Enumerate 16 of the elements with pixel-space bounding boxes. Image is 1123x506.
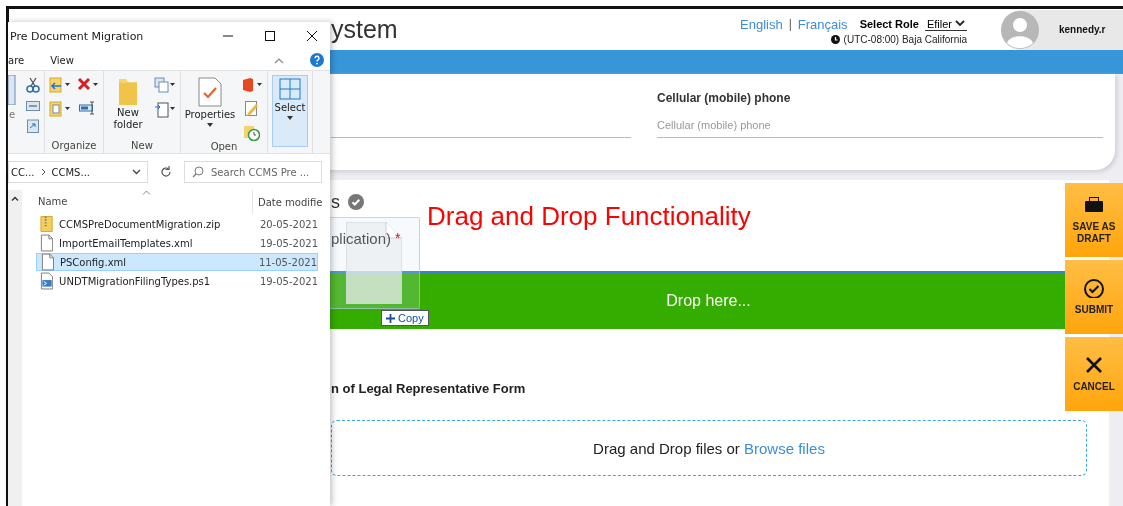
annotation-text: Drag and Drop Functionality [427, 201, 751, 232]
copy-badge: Copy [381, 310, 429, 326]
field-label: plication) [331, 230, 392, 247]
section-title: s [331, 191, 340, 213]
window-title: Pre Document Migration [9, 29, 145, 43]
button-label: e [8, 109, 16, 120]
group-label: Organize [51, 140, 97, 151]
upload-text: Drag and Drop files or Browse files [593, 439, 825, 457]
group-label: Open [210, 141, 238, 152]
field-label: Cellular (mobile) phone [657, 91, 792, 105]
group-label: New [131, 140, 153, 151]
separator: | [788, 17, 792, 31]
timezone-text: (UTC-08:00) Baja California [843, 33, 967, 45]
required-mark: * [395, 230, 401, 247]
app-title: ystem [331, 15, 399, 44]
role-label: Select Role [859, 18, 919, 30]
